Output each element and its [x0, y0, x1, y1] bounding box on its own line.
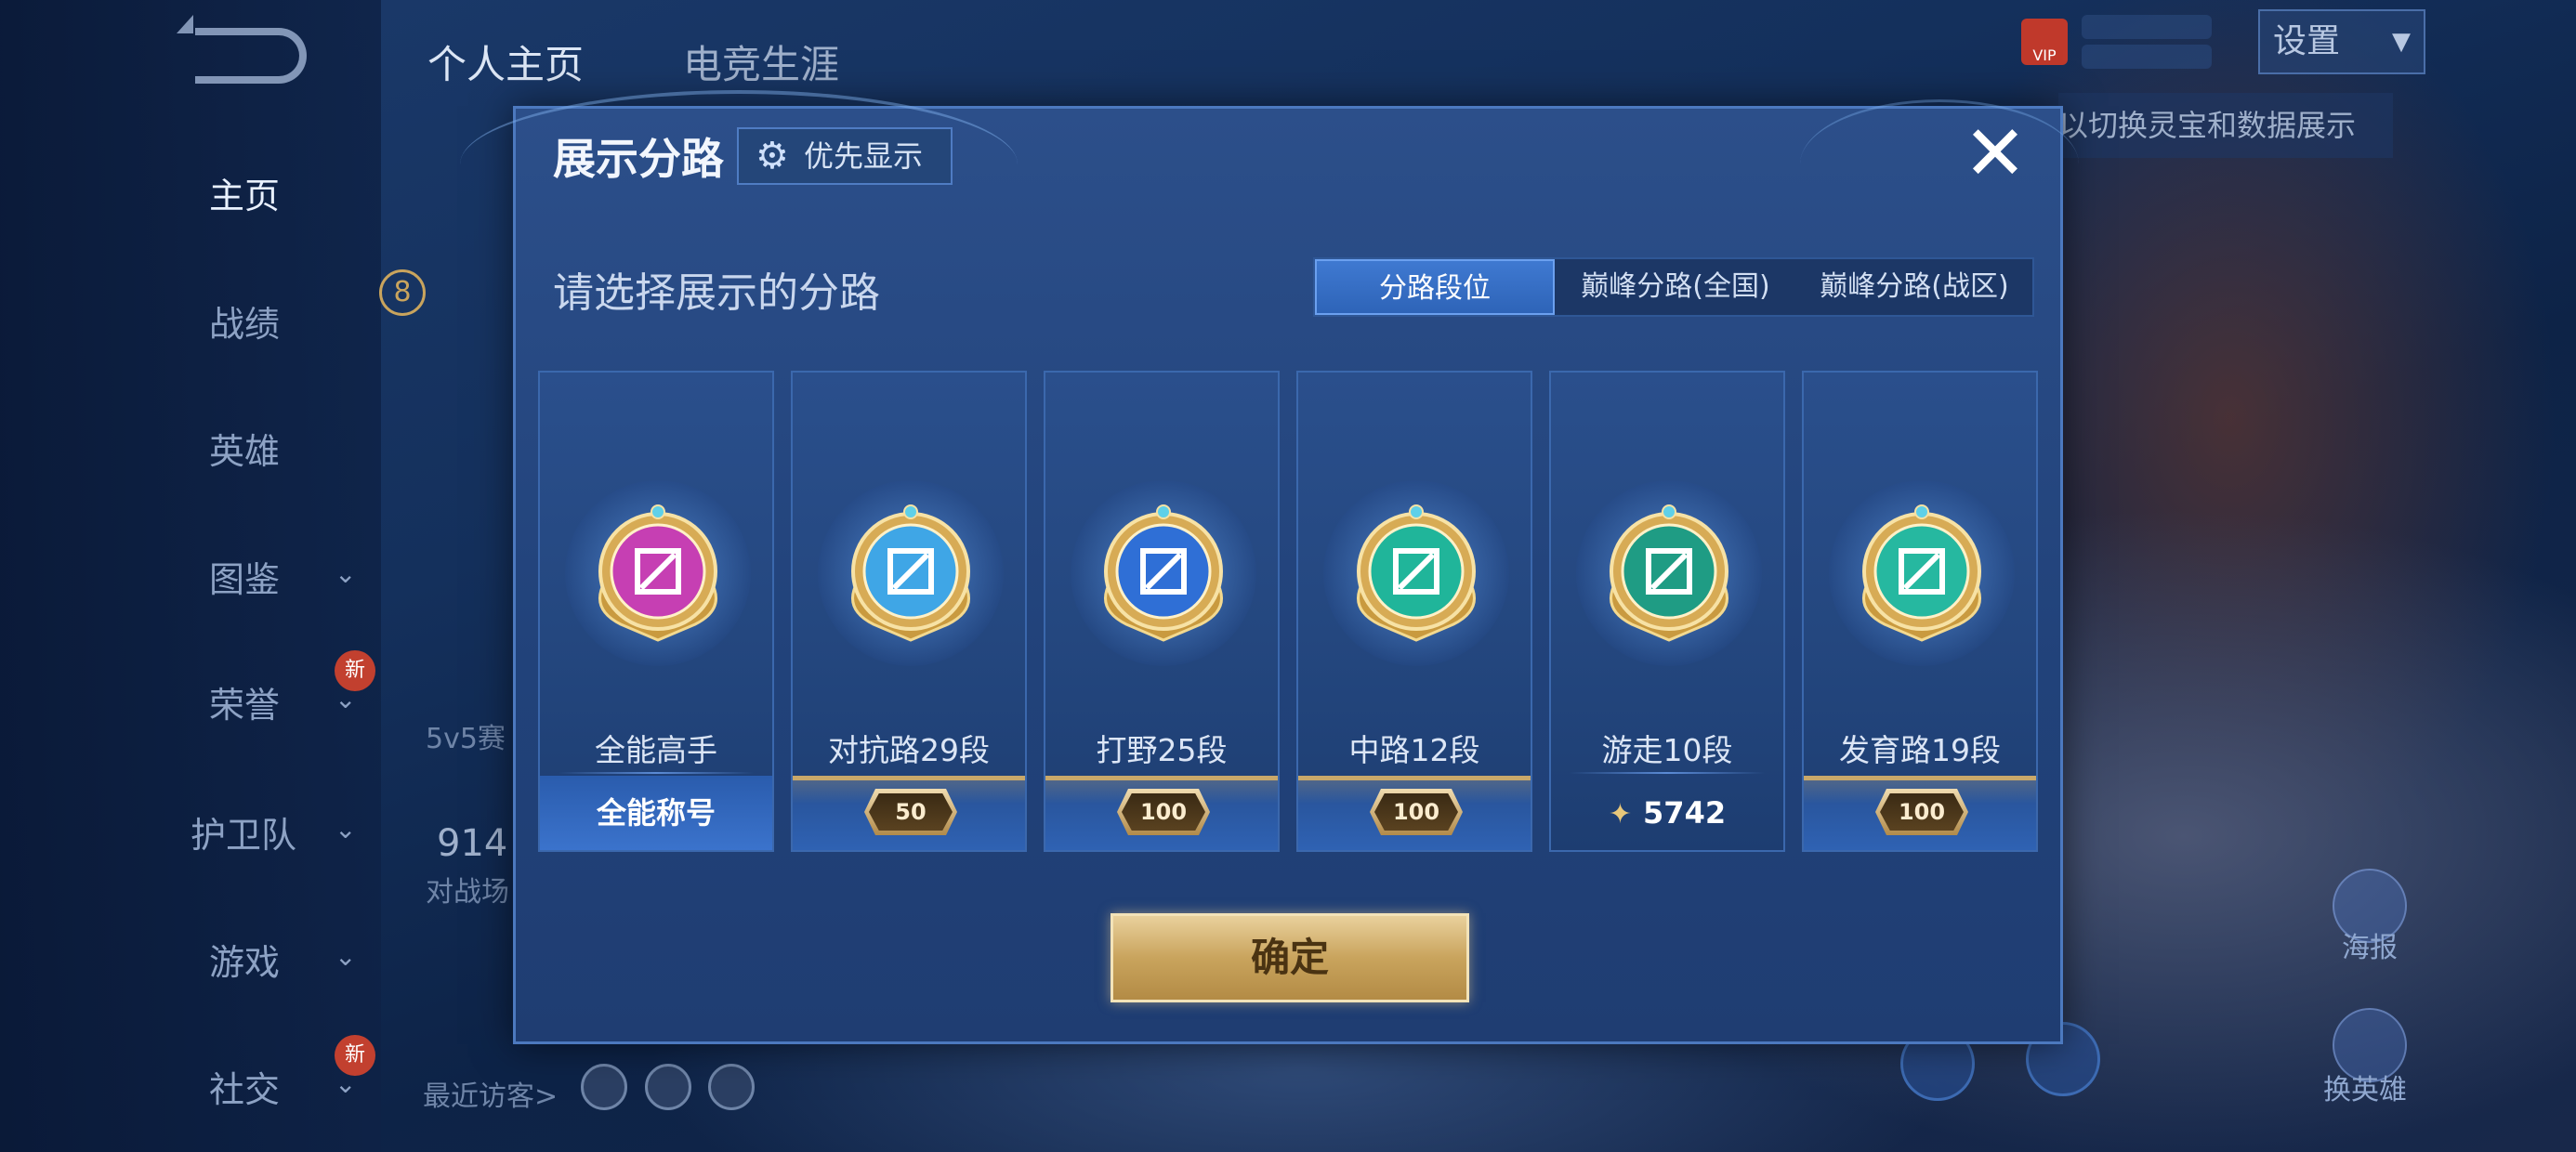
score-value: 100 — [1880, 793, 1964, 831]
lane-card-label: 全能高手 — [595, 732, 717, 768]
tab-esports-career[interactable]: 电竞生涯 — [683, 33, 839, 90]
sidebar-item[interactable]: 荣誉 ⌄ 新 — [209, 650, 414, 727]
tab-peak-national[interactable]: 巅峰分路(全国) — [1555, 259, 1796, 315]
sidebar-item[interactable]: 主页 — [209, 167, 414, 218]
score-shield: 50 — [864, 789, 957, 835]
score-shield: 100 — [1117, 789, 1210, 835]
sidebar-item-label: 护卫队 — [191, 815, 297, 856]
score-footer: 100 — [1045, 776, 1278, 850]
recent-visitors-link[interactable]: 最近访客> — [423, 1073, 558, 1114]
lane-type-tabs: 分路段位 巅峰分路(全国) 巅峰分路(战区) — [1313, 257, 2034, 317]
lane-display-dialog: 展示分路 ⚙ 优先显示 ✕ 请选择展示的分路 分路段位 巅峰分路(全国) 巅峰分… — [460, 90, 2079, 1044]
sidebar: 主页 战绩 英雄 图鉴 ⌄ 荣誉 ⌄ 新护卫队 ⌄ 游戏 ⌄ 社交 ⌄ 新 — [0, 0, 381, 1152]
sidebar-item-label: 英雄 — [209, 431, 281, 472]
farm-lane-icon — [1862, 504, 1981, 642]
sidebar-item-label: 社交 — [209, 1069, 281, 1110]
score-footer: 100 — [1804, 776, 2036, 850]
jungle-icon — [1104, 504, 1223, 642]
gear-icon: ⚙ — [756, 135, 789, 177]
sidebar-item-label: 图鉴 — [209, 559, 281, 600]
switch-hero-label: 换英雄 — [2323, 1074, 2407, 1106]
visitor-avatar[interactable] — [645, 1064, 691, 1110]
sidebar-item[interactable]: 图鉴 ⌄ — [209, 551, 414, 602]
vip-badge[interactable]: VIP — [2021, 19, 2068, 65]
header-ornament — [1800, 99, 2079, 229]
score-footer: 100 — [1298, 776, 1531, 850]
visitor-avatar[interactable] — [581, 1064, 627, 1110]
divider — [1570, 772, 1765, 774]
roam-icon — [1610, 504, 1728, 642]
visitor-avatar[interactable] — [708, 1064, 755, 1110]
sidebar-item[interactable]: 社交 ⌄ 新 — [209, 1035, 414, 1112]
priority-display-label: 优先显示 — [804, 138, 924, 174]
lane-card-label: 发育路19段 — [1839, 732, 2001, 768]
sidebar-item-label: 游戏 — [209, 942, 281, 983]
divider — [559, 772, 754, 774]
tab-personal-home[interactable]: 个人主页 — [427, 33, 584, 90]
lane-card[interactable]: 游走10段 ✦ 5742 — [1549, 371, 1785, 852]
lane-card-label: 中路12段 — [1348, 732, 1480, 768]
close-icon[interactable]: ✕ — [1958, 116, 2032, 192]
dialog-title: 展示分路 — [553, 134, 724, 184]
confirm-button[interactable]: 确定 — [1111, 913, 1469, 1002]
mid-lane-icon — [1357, 504, 1476, 642]
lane-card-label: 游走10段 — [1601, 732, 1733, 768]
dialog-subtitle: 请选择展示的分路 — [553, 269, 880, 317]
vip-chip — [2082, 15, 2212, 39]
lane-card-label: 对抗路29段 — [828, 732, 990, 768]
level-badge: 8 — [379, 269, 426, 316]
poster-label: 海报 — [2342, 932, 2398, 964]
vip-chip — [2082, 45, 2212, 69]
score-value: 100 — [1374, 793, 1458, 831]
mode-text: 5v5赛 — [426, 723, 506, 755]
new-badge: 新 — [335, 650, 375, 691]
chevron-down-icon: ⌄ — [335, 814, 357, 844]
points-icon: ✦ — [1608, 798, 1633, 831]
hint-text: 以切换灵宝和数据展示 — [2058, 93, 2393, 158]
score-value: 50 — [869, 793, 953, 831]
lane-cards: 全能高手 全能称号 对抗路29段 50 打野25段 100 中路12段 100 游走10段 ✦ 57… — [538, 371, 2044, 854]
new-badge: 新 — [335, 1035, 375, 1076]
sidebar-item-label: 战绩 — [209, 304, 281, 345]
lane-card[interactable]: 全能高手 全能称号 — [538, 371, 774, 852]
priority-display-button[interactable]: ⚙ 优先显示 — [737, 127, 953, 185]
lane-card[interactable]: 发育路19段 100 — [1802, 371, 2038, 852]
back-arrow-icon[interactable] — [177, 15, 307, 84]
lane-card[interactable]: 中路12段 100 — [1296, 371, 1532, 852]
points-footer: ✦ 5742 — [1551, 776, 1783, 850]
score-value: 100 — [1122, 793, 1205, 831]
all-round-icon — [598, 504, 717, 642]
chevron-down-icon: ⌄ — [335, 558, 357, 589]
points-value: 5742 — [1643, 795, 1727, 831]
lane-card[interactable]: 对抗路29段 50 — [791, 371, 1027, 852]
chevron-down-icon: ⌄ — [335, 941, 357, 972]
tab-lane-rank[interactable]: 分路段位 — [1315, 259, 1555, 315]
settings-label: 设置 — [2273, 22, 2341, 60]
number-text: 914 — [437, 822, 508, 865]
lane-card[interactable]: 打野25段 100 — [1044, 371, 1280, 852]
sidebar-item[interactable]: 游戏 ⌄ — [209, 934, 414, 985]
score-shield: 100 — [1875, 789, 1968, 835]
sidebar-item[interactable]: 护卫队 ⌄ — [191, 806, 395, 857]
tab-peak-region[interactable]: 巅峰分路(战区) — [1796, 259, 2032, 315]
sidebar-item[interactable]: 英雄 — [209, 423, 414, 474]
chevron-down-icon: ▼ — [2392, 28, 2411, 56]
battle-text: 对战场 — [426, 876, 509, 909]
title-footer: 全能称号 — [540, 776, 772, 850]
clash-lane-icon — [851, 504, 970, 642]
score-footer: 50 — [793, 776, 1025, 850]
settings-button[interactable]: 设置 ▼ — [2258, 9, 2425, 74]
score-shield: 100 — [1370, 789, 1463, 835]
lane-card-label: 打野25段 — [1096, 732, 1228, 768]
sidebar-item-label: 荣誉 — [209, 685, 281, 726]
sidebar-item-label: 主页 — [209, 176, 281, 216]
